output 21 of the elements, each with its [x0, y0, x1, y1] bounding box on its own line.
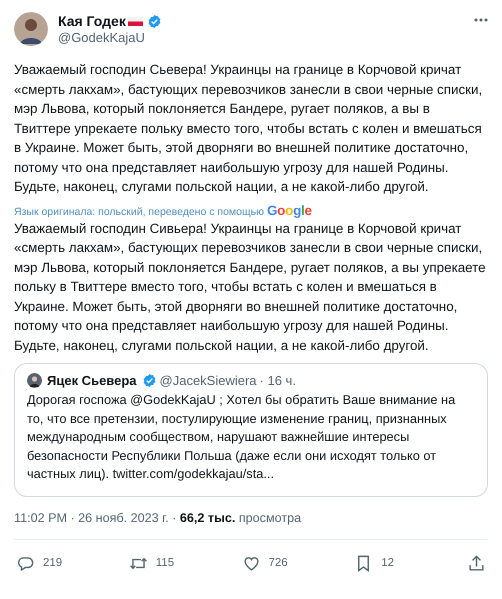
quoted-time: · 16 ч.: [260, 373, 296, 388]
quoted-author-name: Яцек Сьевера: [47, 373, 137, 388]
action-count: 115: [156, 557, 174, 569]
author-name[interactable]: Кая Годек: [58, 13, 126, 29]
share-icon[interactable]: [467, 554, 486, 572]
translated-text: Уважаемый господин Сивьера! Украинцы на границе в Корчовой кричат «смерть лакхам», бастующих перевозчиков занесли в свои черные списки, мэр Львова, который поклоняется Бандере, ругает поляков, а вы упрекаете польку в Твиттере вместо того, чтобы встать с колен и вмешаться в Украине. Может быть, этой дворняги во внешней политике достаточно, потому что она представляет наибольшую угрозу для нашей Родины. Будьте, наконец, слугами польской нации, а не какой-либо другой.: [14, 220, 487, 355]
avatar: [27, 373, 42, 388]
quoted-tweet-card[interactable]: [14, 363, 488, 496]
action-count: 12: [381, 557, 394, 569]
more-icon[interactable]: [474, 18, 488, 22]
author-handle[interactable]: @GodekKajaU: [58, 30, 464, 45]
action-count: 726: [268, 557, 288, 569]
quoted-author-handle: @JacekSiewiera: [160, 373, 257, 388]
action-count: 219: [43, 557, 62, 569]
translation-note: Язык оригинала: польский, переведено с помощью: [14, 206, 264, 218]
quoted-text: Дорогая госпожа @GodekKajaU ; Хотел бы обратить Ваше внимание на то, что все претензии, постулирующие изменение границ, признанных международным сообществом, нарушают важнейшие интересы безопасности Республики Польша (даже если они исходят только от частных лиц). twitter.com/godekkajau/sta...: [27, 391, 456, 483]
tweet-text: Уважаемый господин Сьевера! Украинцы на границе в Корчовой кричат «смерть лакхам», бастующих перевозчиков занесли в свои черные списки, мэр Львова, который поклоняется Бандере, ругает поляков, а вы в Твиттере упрекаете польку вместо того, чтобы встать с колен и вмешаться в Украине. Может быть, этой дворняги во внешней политике достаточно, потому что она представляет наибольшую угрозу для нашей Родины. Будьте, наконец, слугами польской нации, а не какой-либо другой.: [14, 61, 484, 196]
tweet-meta: 11:02 PM · 26 нояб. 2023 г. · 66,2 тыс. просмотра: [14, 510, 488, 540]
flag-icon: [128, 16, 143, 26]
google-logo: Google: [266, 202, 312, 218]
avatar[interactable]: [14, 12, 48, 46]
